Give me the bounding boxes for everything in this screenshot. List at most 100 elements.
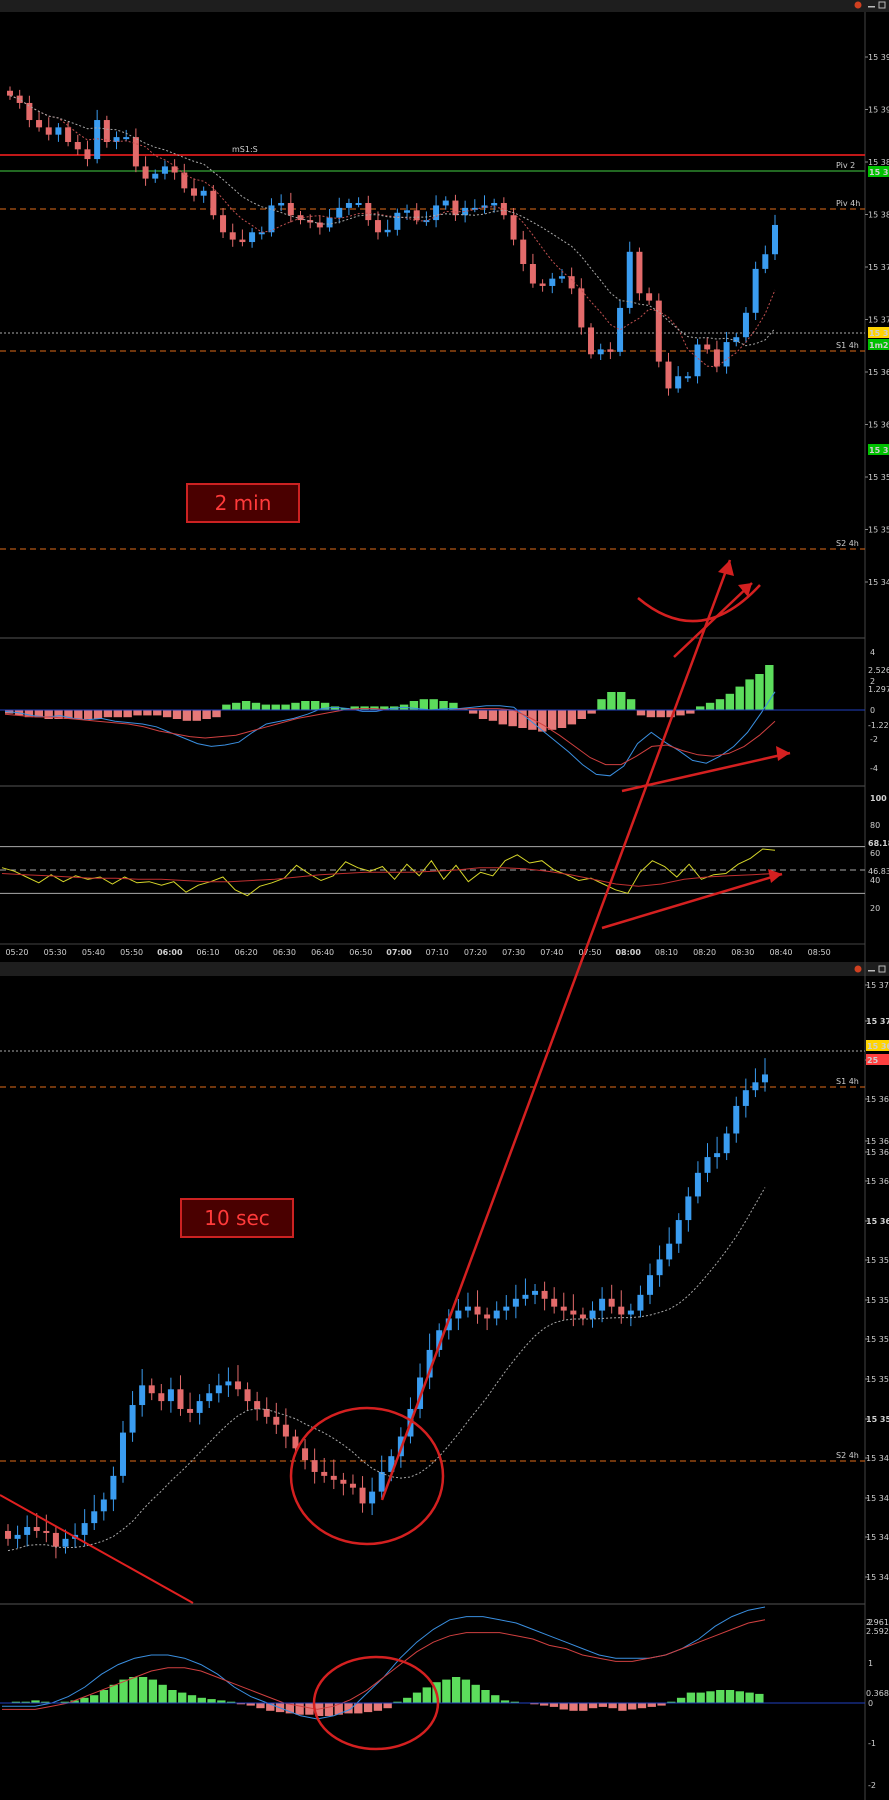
bottom-macd-histogram-bar — [129, 1677, 138, 1703]
bottom-macd-histogram-bar — [99, 1690, 109, 1703]
top-macd-histogram-bar — [646, 710, 656, 718]
top-candle-body — [36, 120, 43, 128]
bottom-candle-body — [158, 1393, 165, 1402]
bottom-candle-body — [43, 1530, 50, 1533]
top-macd-histogram-bar — [508, 710, 517, 727]
time-axis-label: 07:10 — [426, 948, 449, 957]
top-macd-histogram-bar — [162, 710, 172, 718]
price-axis-label: 15 38 — [868, 211, 889, 220]
bottom-macd-histogram-bar — [90, 1695, 99, 1703]
top-candle-body — [316, 222, 323, 228]
top-candle-body — [452, 200, 459, 216]
bottom-macd-histogram-bar — [363, 1703, 373, 1713]
top-candle-body — [210, 190, 217, 216]
price-axis-tag-label: 15 35 — [869, 446, 889, 455]
top-macd-histogram-bar — [705, 702, 715, 710]
top-candle-body — [84, 149, 91, 160]
bottom-candle-body — [599, 1298, 606, 1311]
price-axis-label: 15 342 — [866, 1573, 889, 1582]
macd-axis-label: -2 — [870, 735, 878, 744]
bottom-candle-body — [551, 1298, 558, 1307]
top-macd-histogram-bar — [291, 702, 300, 710]
top-macd-histogram-bar — [133, 710, 142, 716]
top-macd-histogram-bar — [468, 710, 478, 714]
top-candle-body — [268, 205, 275, 233]
top-macd-histogram-bar — [696, 706, 705, 710]
top-candle-body — [123, 137, 130, 140]
top-candle-body — [713, 349, 720, 367]
bottom-candle-body — [196, 1401, 203, 1413]
price-axis-label: 15 37 — [868, 316, 889, 325]
bottom-candle-body — [541, 1290, 548, 1299]
top-candle-body — [597, 349, 604, 355]
macd-axis-tag: 2.592 — [866, 1627, 889, 1636]
bottom-macd-histogram-bar — [148, 1679, 158, 1703]
top-macd-histogram-bar — [478, 710, 488, 719]
time-axis-label: 07:40 — [540, 948, 563, 957]
top-macd-line — [4, 691, 776, 777]
bottom-candle-body — [675, 1220, 682, 1244]
top-candle-body — [617, 307, 624, 352]
rsi-ma-line — [1, 867, 776, 887]
macd-axis-label: 1 — [868, 1659, 873, 1668]
top-macd-histogram-bar — [735, 686, 744, 710]
bottom-macd-histogram-bar — [588, 1703, 598, 1709]
macd-axis-tag: 2.526 — [868, 666, 889, 675]
bottom-candle-body — [321, 1471, 328, 1476]
price-axis-label: 15 356 — [866, 1296, 889, 1305]
rsi-axis-tag: 68.18 — [868, 839, 889, 848]
macd-axis-label: 0 — [870, 706, 875, 715]
top-macd-histogram-bar — [587, 710, 596, 714]
annotation-divergence-arrow — [601, 872, 783, 930]
top-macd-histogram-bar — [765, 665, 774, 710]
top-candle-body — [404, 210, 411, 213]
top-macd-histogram-bar — [567, 710, 577, 725]
top-candle-body — [45, 127, 52, 135]
timeframe-label: 10 sec — [204, 1206, 270, 1230]
top-macd-histogram-bar — [597, 699, 606, 710]
bottom-candle-body — [91, 1511, 98, 1524]
bottom-macd-histogram-bar — [647, 1703, 656, 1707]
top-candle-body — [287, 203, 294, 216]
top-macd-histogram-bar — [755, 674, 764, 710]
bottom-candle-body — [608, 1298, 615, 1307]
bottom-candle-body — [656, 1259, 663, 1276]
top-macd-histogram-bar — [498, 710, 507, 725]
trend-line — [0, 1494, 194, 1604]
level-label: S2 4h — [836, 1451, 859, 1460]
top-macd-histogram-bar — [143, 710, 152, 716]
bottom-candle-body — [225, 1381, 232, 1386]
bottom-candle-body — [62, 1538, 69, 1547]
bottom-macd-histogram-bar — [618, 1703, 627, 1711]
annotation-circle-price — [289, 1406, 445, 1546]
top-macd-histogram-bar — [626, 699, 636, 710]
top-candle-body — [442, 200, 449, 206]
bottom-candle-body — [52, 1532, 59, 1547]
bottom-candle-body — [340, 1479, 347, 1484]
top-macd-histogram-bar — [311, 701, 320, 710]
top-macd-histogram-bar — [617, 692, 626, 710]
bottom-candle-body — [733, 1105, 740, 1134]
macd-axis-tag: 2.961 — [866, 1618, 889, 1627]
top-candle-body — [772, 224, 778, 255]
top-candle-body — [26, 102, 33, 121]
top-candle-body — [694, 344, 701, 377]
bottom-candle-body — [637, 1294, 644, 1311]
top-macd-histogram-bar — [429, 699, 438, 710]
top-candle-body — [55, 127, 62, 135]
price-axis-tag-label: 15 36 — [867, 1042, 889, 1051]
price-axis-label: 15 372 — [866, 981, 889, 990]
bottom-candle-body — [618, 1306, 625, 1315]
bottom-macd-histogram-bar — [686, 1692, 696, 1703]
top-candle-body — [665, 361, 672, 389]
time-axis-label: 06:10 — [196, 948, 219, 957]
top-macd-histogram-bar — [74, 710, 83, 719]
top-candle-body — [520, 239, 527, 264]
bottom-candle-body — [234, 1381, 241, 1390]
top-macd-histogram-bar — [123, 710, 132, 718]
bottom-candle-body — [493, 1310, 500, 1319]
rsi-axis-label: 80 — [870, 821, 880, 830]
price-axis-label: 15 35 — [868, 473, 889, 482]
top-candle-body — [636, 251, 643, 294]
top-candle-body — [132, 137, 139, 167]
